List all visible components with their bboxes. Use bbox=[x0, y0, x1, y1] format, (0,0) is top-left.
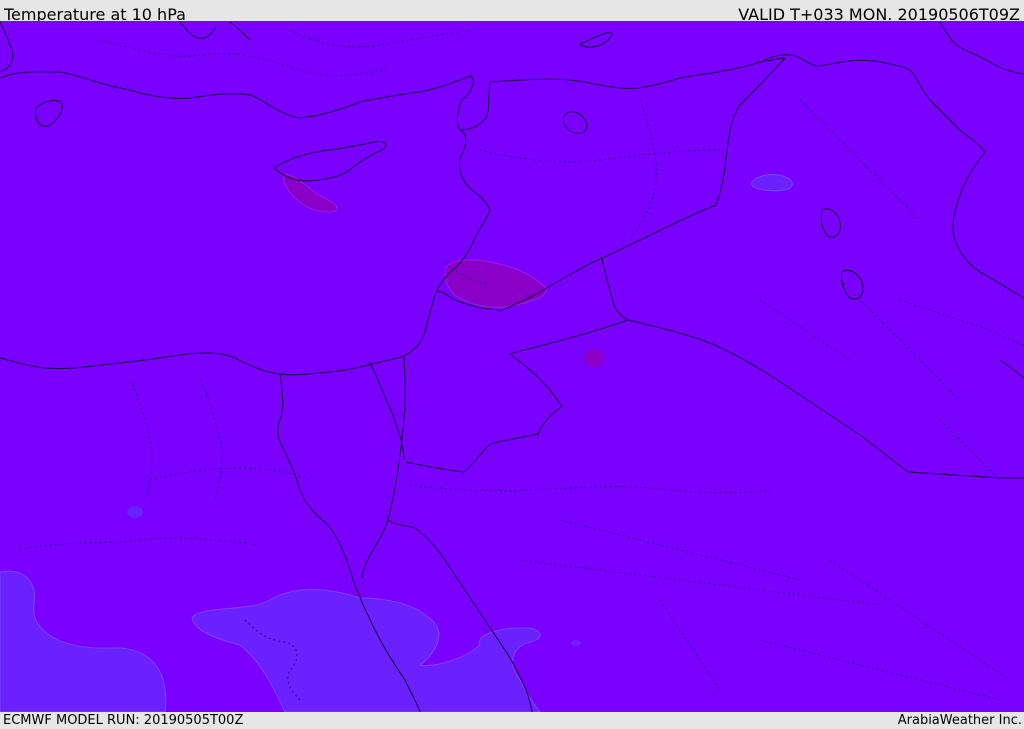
map-background bbox=[0, 21, 1024, 712]
credit-label: ArabiaWeather Inc. bbox=[897, 713, 1022, 728]
cool-spot-iraq bbox=[751, 174, 793, 192]
cool-spot-redsea bbox=[571, 640, 581, 646]
cool-spot-egypt bbox=[127, 506, 143, 518]
model-run-label: ECMWF MODEL RUN: 20190505T00Z bbox=[3, 713, 244, 728]
warm-spot-iraq bbox=[584, 349, 604, 367]
temperature-map[interactable] bbox=[0, 21, 1024, 712]
